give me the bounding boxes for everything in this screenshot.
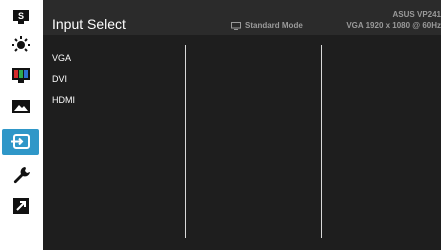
option-dvi[interactable]: DVI — [52, 74, 67, 84]
options-column: VGA DVI HDMI — [43, 35, 185, 250]
splendid-icon-letter: S — [17, 11, 23, 21]
system-setup-icon — [13, 167, 30, 184]
page-title: Input Select — [52, 16, 126, 32]
mode-indicator: Standard Mode — [231, 21, 303, 30]
header-bar: Input Select Standard Mode ASUS VP241 VG… — [43, 0, 441, 35]
sidebar-item-input-select[interactable] — [2, 129, 39, 155]
sidebar-item-system-setup[interactable] — [2, 162, 39, 188]
column-divider-2 — [321, 45, 322, 238]
color-icon — [11, 68, 30, 83]
image-icon — [11, 100, 30, 113]
osd-window: S Input Select Standard Mode ASUS VP241 … — [0, 0, 441, 250]
sidebar-item-blue-light-filter[interactable] — [2, 31, 39, 57]
signal-info: VGA 1920 x 1080 @ 60Hz — [346, 21, 441, 30]
shortcut-icon — [12, 198, 29, 214]
column-divider-1 — [185, 45, 186, 238]
sidebar-item-image[interactable] — [2, 94, 39, 120]
monitor-icon — [231, 21, 241, 30]
blue-light-filter-icon — [11, 36, 30, 52]
mode-label: Standard Mode — [245, 21, 303, 30]
sidebar: S — [0, 0, 43, 250]
option-hdmi[interactable]: HDMI — [52, 95, 75, 105]
sidebar-item-splendid[interactable]: S — [2, 4, 39, 30]
sidebar-item-color[interactable] — [2, 63, 39, 89]
menu-panel: Input Select Standard Mode ASUS VP241 VG… — [43, 0, 441, 250]
option-vga[interactable]: VGA — [52, 53, 71, 63]
sidebar-item-shortcut[interactable] — [2, 193, 39, 219]
model-name: ASUS VP241 — [392, 10, 441, 19]
splendid-icon: S — [12, 10, 29, 24]
input-select-icon — [10, 134, 30, 149]
